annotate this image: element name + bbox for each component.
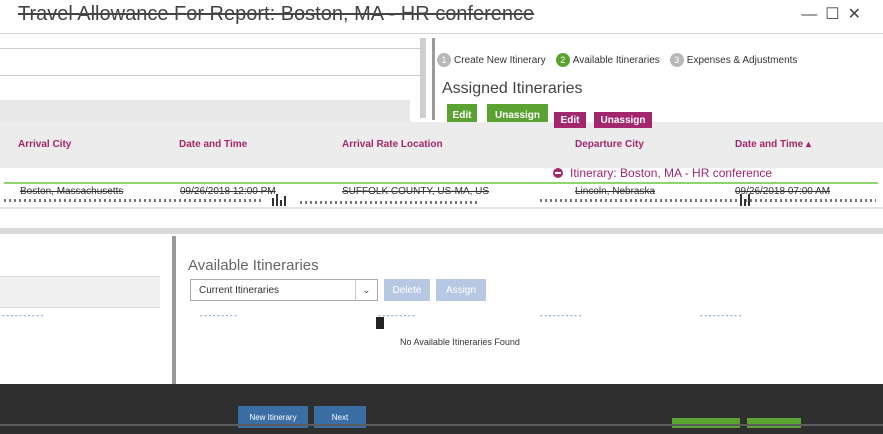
assign-button[interactable]: Assign (436, 279, 486, 301)
lower-column-artifact: - - - - - - - - - (200, 311, 237, 320)
step-label: Available Itineraries (572, 54, 660, 66)
collapse-minus-icon[interactable] (553, 168, 563, 178)
row-artifact-bars (272, 194, 288, 206)
step-available-itineraries[interactable]: 2 Available Itineraries (555, 53, 660, 67)
column-date-time[interactable]: Date and Time (179, 139, 247, 150)
row-artifact (540, 199, 876, 202)
lower-left-band (0, 276, 160, 308)
empty-state-message: No Available Itineraries Found (400, 337, 520, 347)
row-artifact-bars (740, 194, 752, 206)
edit-button-overlay[interactable]: Edit (554, 112, 586, 128)
row-arrival-city: Boston, Massachusetts (20, 186, 124, 197)
section-separator (0, 228, 883, 234)
itinerary-group-row[interactable]: Itinerary: Boston, MA - HR conference (553, 166, 772, 180)
row-date-time: 09/26/2018 12:00 PM (180, 186, 276, 197)
step-label: Create New Itinerary (454, 54, 546, 66)
step-number: 2 (555, 53, 570, 67)
lower-column-artifact: - - - - - - - - - - (540, 311, 581, 320)
chevron-down-icon[interactable]: ⌄ (355, 280, 377, 300)
step-number: 1 (437, 53, 451, 67)
row-rate-location: SUFFOLK COUNTY, US-MA, US (342, 186, 490, 197)
panel-divider (420, 38, 426, 118)
left-toolbar (0, 48, 420, 76)
column-departure-city[interactable]: Departure City (575, 139, 644, 150)
step-expenses-adjustments[interactable]: 3 Expenses & Adjustments (669, 53, 798, 67)
artifact-mark (376, 317, 384, 329)
travel-allowance-window: Travel Allowance For Report: Boston, MA … (0, 0, 883, 434)
window-controls[interactable]: —☐✕ (801, 4, 869, 24)
delete-button[interactable]: Delete (384, 279, 430, 301)
footer-green-button[interactable] (747, 418, 801, 428)
column-arrival-rate-location[interactable]: Arrival Rate Location (342, 139, 443, 150)
step-number: 3 (669, 53, 684, 67)
window-title: Travel Allowance For Report: Boston, MA … (18, 3, 535, 25)
lower-column-artifact: - - - - - - - - - - (2, 311, 43, 320)
row-artifact (300, 201, 480, 204)
available-itineraries-title: Available Itineraries (188, 257, 319, 274)
assigned-itineraries-title: Assigned Itineraries (442, 80, 583, 97)
footer-green-button[interactable] (672, 418, 740, 428)
itinerary-label: Itinerary: Boston, MA - HR conference (570, 166, 773, 180)
column-arrival-city[interactable]: Arrival City (18, 139, 71, 150)
column-date-time-sorted[interactable]: Date and Time ▴ (735, 139, 811, 150)
row-separator (0, 207, 883, 209)
title-bar: Travel Allowance For Report: Boston, MA … (0, 0, 883, 34)
lower-column-artifact: - - - - - - - - - - (700, 311, 741, 320)
footer-divider (0, 424, 883, 426)
select-value: Current Itineraries (199, 284, 280, 296)
lower-panel-divider (172, 236, 176, 386)
itinerary-filter-select[interactable]: Current Itineraries ⌄ (190, 279, 378, 301)
row-departure-city: Lincoln, Nebraska (575, 186, 656, 197)
unassign-button-overlay[interactable]: Unassign (594, 112, 652, 128)
wizard-steps: 1 Create New Itinerary 2 Available Itine… (437, 53, 807, 67)
left-header-band (0, 100, 410, 122)
step-label: Expenses & Adjustments (686, 54, 798, 66)
row-artifact (4, 199, 264, 202)
panel-divider-dark (432, 38, 435, 120)
step-create-itinerary[interactable]: 1 Create New Itinerary (437, 53, 546, 67)
